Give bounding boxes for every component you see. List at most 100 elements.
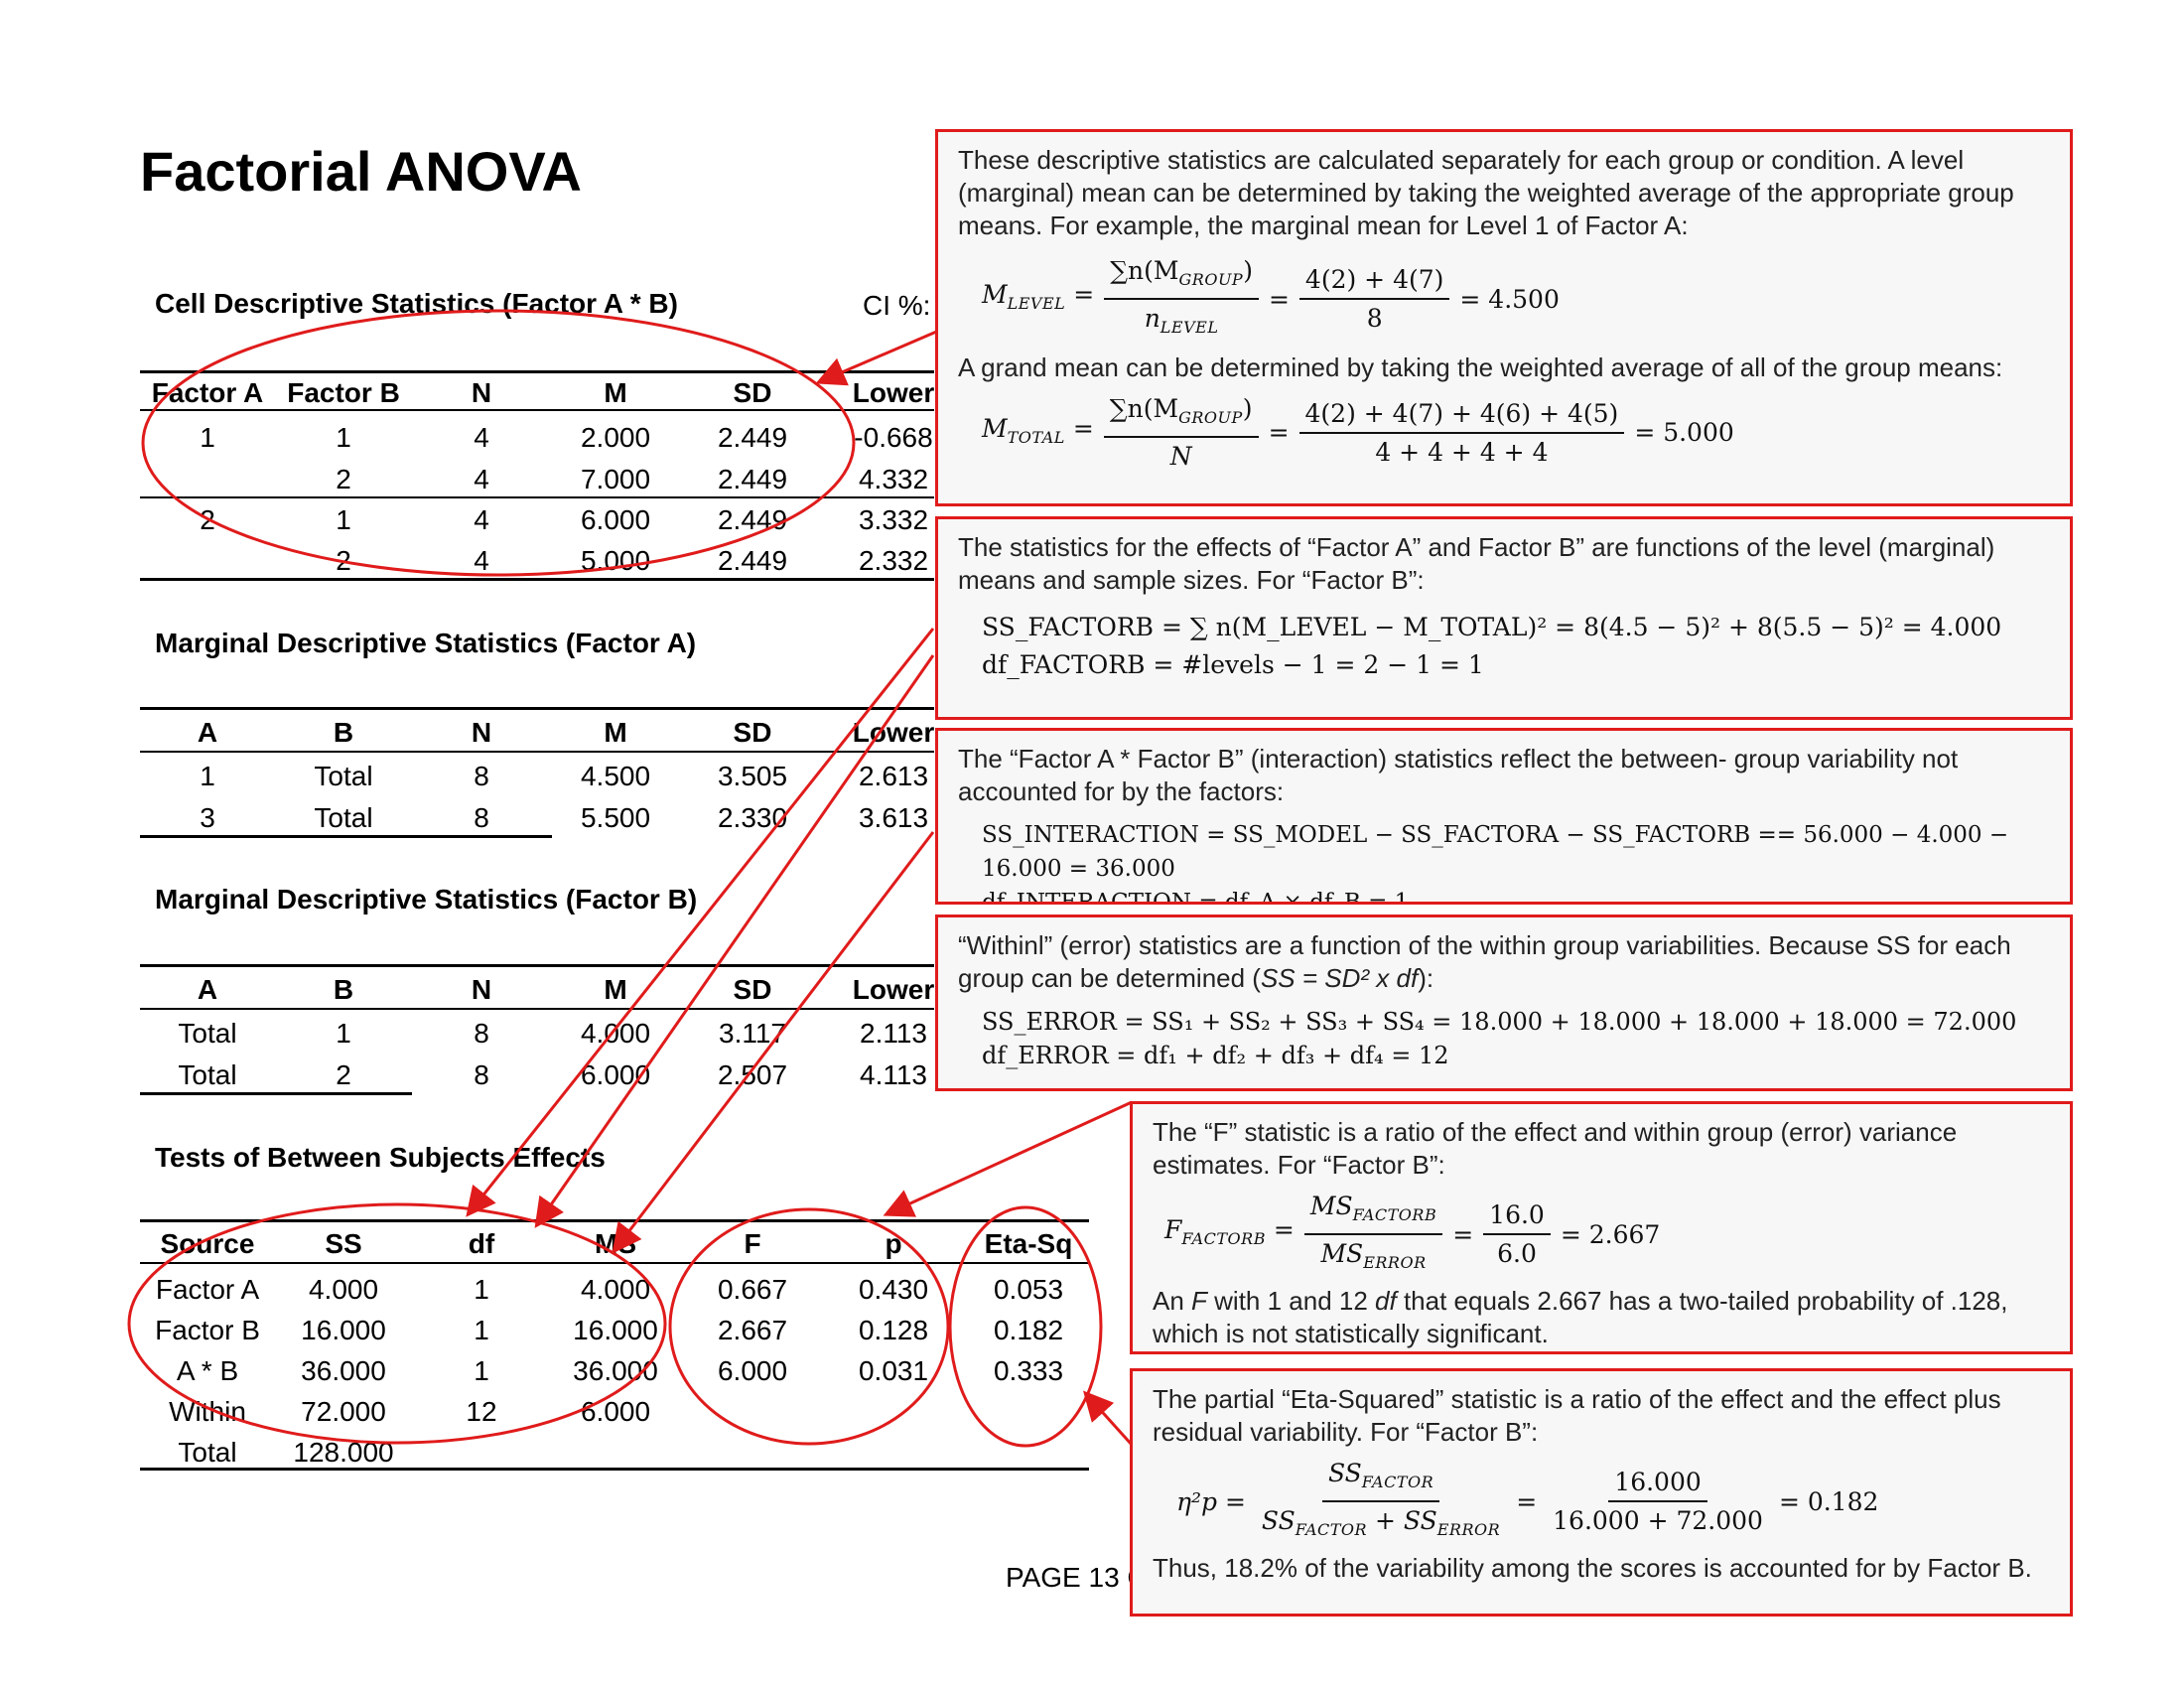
effects-cell: 128.000 xyxy=(293,1437,394,1468)
f-text-a: An xyxy=(1153,1286,1192,1316)
callout-f-statistic: The “F” statistic is a ratio of the effe… xyxy=(1130,1101,2073,1354)
eq-den: + SS xyxy=(1367,1506,1437,1535)
eq-den: SS xyxy=(1261,1506,1296,1535)
marg-b-header-5: Lower xyxy=(852,974,935,1005)
effects-cell: 12 xyxy=(466,1396,497,1427)
marg-b-cell: Total xyxy=(178,1059,237,1090)
eq-subscript: FACTOR xyxy=(1295,1520,1368,1539)
f-equation: FFACTORB = MSFACTORB MSERROR = 16.0 6.0 = … xyxy=(1164,1192,1661,1272)
effects-cell: 72.000 xyxy=(301,1396,386,1427)
cell-stats-cell: 2 xyxy=(336,464,351,494)
callout-eta-squared: The partial “Eta-Squared” statistic is a… xyxy=(1130,1368,2073,1617)
eq-subscript: GROUP xyxy=(1178,270,1244,289)
marg-b-top-rule xyxy=(140,964,934,967)
eq-den: 16.000 + 72.000 xyxy=(1553,1506,1763,1535)
eq-symbol: M xyxy=(982,413,1008,443)
cell-stats-cell: 1 xyxy=(336,504,351,535)
ss-error-equation: SS_ERROR = SS₁ + SS₂ + SS₃ + SS₄ = 18.00… xyxy=(982,1008,2017,1036)
eq-subscript: FACTORB xyxy=(1352,1205,1437,1224)
ss-interaction-equation: SS_INTERACTION = SS_MODEL − SS_FACTORA −… xyxy=(982,822,2009,882)
cell-stats-cell: 2.449 xyxy=(717,422,788,453)
effects-cell: 1 xyxy=(474,1315,489,1345)
effects-cell: 16.000 xyxy=(573,1315,658,1345)
marg-a-cell: 8 xyxy=(474,761,489,791)
marg-b-cell: 2.113 xyxy=(860,1018,927,1049)
effects-header-6: Eta-Sq xyxy=(984,1228,1073,1259)
eta-equation: η²p = SSFACTOR SSFACTOR + SSERROR = 16.00… xyxy=(1176,1459,1879,1539)
marg-a-header-0: A xyxy=(197,717,218,748)
cell-stats-cell: 1 xyxy=(200,422,215,453)
marg-a-cell: 3.613 xyxy=(858,802,929,833)
cell-stats-cell: 3.332 xyxy=(858,504,929,535)
interaction-equations: SS_INTERACTION = SS_MODEL − SS_FACTORA −… xyxy=(982,818,2050,905)
marg-a-cell: 2.613 xyxy=(858,761,929,791)
within-equations: SS_ERROR = SS₁ + SS₂ + SS₃ + SS₄ = 18.00… xyxy=(982,1005,2050,1072)
marg-a-cell: 2.330 xyxy=(717,802,788,833)
effects-cell: Total xyxy=(178,1437,237,1468)
marg-a-header-4: SD xyxy=(733,717,772,748)
marg-b-cell: 6.000 xyxy=(580,1059,651,1090)
marg-a-cell: 4.500 xyxy=(580,761,651,791)
effects-cell: 2.667 xyxy=(717,1315,788,1345)
callout-descriptive: These descriptive statistics are calcula… xyxy=(935,129,2073,506)
marg-b-cell: 4.113 xyxy=(860,1059,927,1090)
arrow-c5 xyxy=(883,1100,1133,1217)
cell-stats-header-rule xyxy=(140,409,934,411)
effects-cell: Factor A xyxy=(155,1274,260,1305)
eq-result: = 4.500 xyxy=(1459,284,1560,314)
df-error-equation: df_ERROR = df₁ + df₂ + df₃ + df₄ = 12 xyxy=(982,1042,1449,1069)
arrow-c1 xyxy=(815,328,942,386)
marg-b-cell: 8 xyxy=(474,1059,489,1090)
effects-cell: 4.000 xyxy=(308,1274,379,1305)
callout-within: “Withinl” (error) statistics are a funct… xyxy=(935,914,2073,1091)
df-interaction-equation: df_INTERACTION = df_A × df_B = 1 xyxy=(982,890,1410,905)
eq-subscript: ERROR xyxy=(1436,1520,1501,1539)
marg-a-header-rule xyxy=(140,751,934,753)
cell-stats-cell: 4 xyxy=(474,422,489,453)
eq-num: SS xyxy=(1327,1459,1362,1487)
marg-b-header-1: B xyxy=(333,974,354,1005)
eq-num: 4(2) + 4(7) xyxy=(1298,263,1450,300)
callout-interaction-text: The “Factor A * Factor B” (interaction) … xyxy=(958,744,1959,806)
marg-b-cell: Total xyxy=(178,1018,237,1049)
marg-b-bottom-rule xyxy=(140,1092,412,1095)
effects-header-2: df xyxy=(468,1228,495,1259)
effects-cell: 4.000 xyxy=(580,1274,651,1305)
callout-f-conclusion: An F with 1 and 12 df that equals 2.667 … xyxy=(1153,1285,2050,1350)
effects-cell: 0.333 xyxy=(993,1355,1064,1386)
callout-eta-text: The partial “Eta-Squared” statistic is a… xyxy=(1153,1384,2001,1447)
marg-a-cell: 1 xyxy=(200,761,215,791)
cell-stats-cell: 4 xyxy=(474,504,489,535)
effects-bottom-rule xyxy=(140,1468,1089,1471)
marg-b-cell: 2 xyxy=(336,1059,351,1090)
marg-a-header-1: B xyxy=(333,717,354,748)
effects-cell: 0.182 xyxy=(993,1315,1064,1345)
callout-grand-mean-text: A grand mean can be determined by taking… xyxy=(958,352,2003,382)
f-text-df: df xyxy=(1375,1286,1397,1316)
cell-stats-cell: 2.449 xyxy=(717,464,788,494)
marg-a-cell: 8 xyxy=(474,802,489,833)
marg-a-cell: 3.505 xyxy=(717,761,788,791)
eq-subscript: LEVEL xyxy=(1160,318,1219,337)
effects-cell: 1 xyxy=(474,1274,489,1305)
marginal-mean-equation: MLEVEL = ∑n(MGROUP) nLEVEL = 4(2) + 4(7) 8… xyxy=(982,256,1560,337)
effects-cell: 0.053 xyxy=(993,1274,1064,1305)
eq-den: 6.0 xyxy=(1497,1239,1537,1268)
ci-label: CI %: xyxy=(863,290,931,321)
callout-interaction: The “Factor A * Factor B” (interaction) … xyxy=(935,728,2073,905)
effects-cell: 0.430 xyxy=(858,1274,929,1305)
callout-eta-conclusion: Thus, 18.2% of the variability among the… xyxy=(1153,1553,2032,1583)
arrow-c6 xyxy=(1082,1390,1134,1447)
cell-stats-group-rule xyxy=(140,496,934,498)
cell-stats-cell: 4.332 xyxy=(858,464,929,494)
eq-symbol: M xyxy=(982,280,1008,309)
marg-a-header-2: N xyxy=(471,717,492,748)
effects-header-3: MS xyxy=(595,1228,636,1259)
cell-stats-cell: 1 xyxy=(336,422,351,453)
callout-factor-effects-text: The statistics for the effects of “Facto… xyxy=(958,532,1995,595)
eq-subscript: ERROR xyxy=(1363,1253,1427,1272)
effects-cell: 0.667 xyxy=(717,1274,788,1305)
cell-stats-cell: 2.449 xyxy=(717,545,788,576)
cell-stats-cell: 4 xyxy=(474,464,489,494)
f-text-b: with 1 and 12 xyxy=(1206,1286,1376,1316)
